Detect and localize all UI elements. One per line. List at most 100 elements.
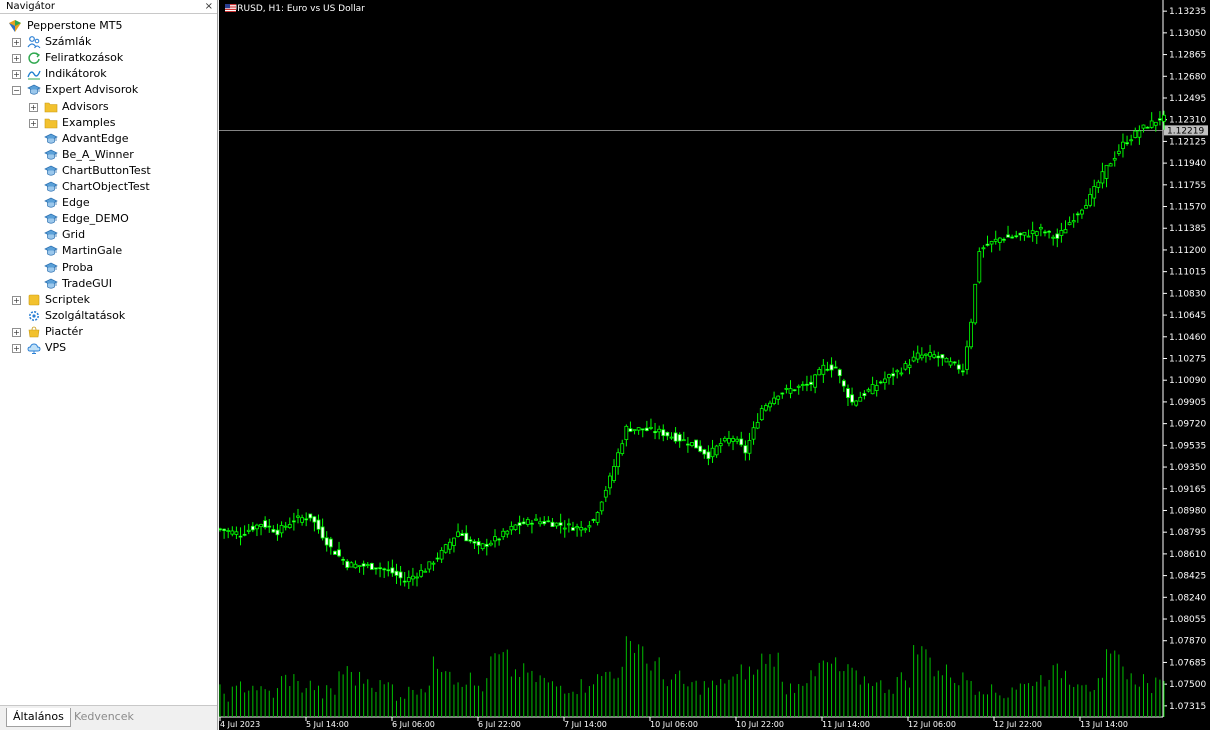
candle-body (747, 440, 752, 454)
candle-body (821, 364, 826, 375)
candle-body (1051, 236, 1056, 239)
candle-body (731, 438, 735, 442)
navigator-item-label: Szolgáltatások (45, 308, 126, 322)
expand-icon[interactable]: + (12, 54, 21, 64)
candle-body (509, 525, 514, 531)
navigator-item-edge[interactable]: Edge (0, 195, 216, 211)
candle-body (640, 428, 645, 431)
price-chart[interactable]: 1.13235 1.13050 1.12865 1.12680 1.12495 1.123… (219, 0, 1210, 730)
candle-body (677, 434, 682, 442)
candle-body (907, 364, 912, 368)
navigator-item-proba[interactable]: Proba (0, 260, 216, 276)
expand-icon[interactable]: + (12, 38, 21, 48)
candle-body (993, 238, 998, 242)
candle-body (1162, 114, 1166, 122)
candle-body (800, 384, 805, 386)
candle-body (858, 396, 863, 402)
candle-body (714, 445, 719, 456)
navigator-item-advantedge[interactable]: AdvantEdge (0, 131, 216, 147)
navigator-item-scriptek[interactable]: + Scriptek (0, 292, 216, 308)
time-tick-label: 7 Jul 14:00 (564, 720, 607, 729)
candle-body (304, 518, 309, 521)
candle-body (813, 374, 818, 388)
candle-body (1043, 231, 1047, 234)
navigator-item-vps[interactable]: + VPS (0, 340, 216, 356)
candle-body (1071, 220, 1076, 223)
navigator-item-martingale[interactable]: MartinGale (0, 243, 216, 259)
candle-body (1022, 231, 1027, 236)
price-tick-label: 1.10090 (1169, 376, 1206, 386)
navigator-item-szolgáltatások[interactable]: Szolgáltatások (0, 308, 216, 324)
navigator-item-be-a-winner[interactable]: Be_A_Winner (0, 147, 216, 163)
navigator-item-tradegui[interactable]: TradeGUI (0, 276, 216, 292)
candle-body (829, 364, 834, 371)
navigator-item-edge-demo[interactable]: Edge_DEMO (0, 211, 216, 227)
candle-body (320, 526, 325, 539)
candle-body (636, 427, 641, 431)
candle-body (977, 251, 982, 283)
navigator-item-számlák[interactable]: + Számlák (0, 34, 216, 50)
navigator-item-chartbuttontest[interactable]: ChartButtonTest (0, 163, 216, 179)
price-tick-label: 1.08610 (1169, 550, 1206, 560)
expand-icon[interactable]: + (29, 102, 38, 112)
candle-body (488, 542, 493, 546)
candle-body (386, 569, 391, 572)
candle-body (940, 354, 945, 359)
candle-body (739, 438, 744, 446)
navigator-item-piactér[interactable]: + Piactér (0, 324, 216, 340)
navigator-item-indikátorok[interactable]: + Indikátorok (0, 66, 216, 82)
navigator-item-label: VPS (45, 341, 67, 354)
candle-body (439, 549, 444, 560)
chart-window[interactable]: 1.13235 1.13050 1.12865 1.12680 1.12495 1.123… (219, 0, 1210, 730)
navigator-item-advisors[interactable]: + Advisors (0, 99, 216, 115)
candle-body (932, 354, 937, 358)
candle-body (866, 389, 871, 392)
candle-body (887, 374, 891, 379)
candle-body (328, 538, 333, 548)
price-tick-label: 1.09720 (1169, 420, 1206, 430)
candle-body (669, 436, 674, 439)
navigator-item-label: Proba (62, 260, 94, 274)
navigator-item-expert-advisorok[interactable]: − Expert Advisorok (0, 82, 216, 98)
candle-body (1030, 230, 1035, 234)
expand-icon[interactable]: + (29, 118, 38, 128)
price-tick-label: 1.11200 (1169, 246, 1206, 256)
navigator-item-examples[interactable]: + Examples (0, 115, 216, 131)
navigator-item-grid[interactable]: Grid (0, 227, 216, 243)
indicators-icon (27, 67, 41, 81)
navigator-item-pepperstone-mt5[interactable]: Pepperstone MT5 (0, 18, 216, 34)
close-icon[interactable]: × (205, 0, 213, 13)
collapse-icon[interactable]: − (12, 86, 21, 96)
tab-favorites[interactable]: Kedvencek (68, 708, 140, 726)
candle-body (841, 380, 846, 387)
candle-body (349, 562, 354, 568)
tab-general[interactable]: Általános (6, 708, 71, 727)
expand-icon[interactable]: + (12, 70, 21, 80)
candle-body (1129, 139, 1134, 142)
navigator-item-feliratkozások[interactable]: + Feliratkozások (0, 50, 216, 66)
time-tick-label: 6 Jul 22:00 (478, 720, 521, 729)
expand-icon[interactable]: + (12, 344, 21, 353)
expand-icon[interactable]: + (12, 327, 21, 337)
navigator-tabs: Általános Kedvencek (0, 705, 217, 730)
current-price-label: 1.12219 (1167, 126, 1204, 136)
symbol-title-text: EURUSD, H1: Euro vs US Dollar (225, 4, 365, 14)
navigator-item-label: Feliratkozások (45, 51, 124, 65)
candle-body (1096, 181, 1101, 188)
price-tick-label: 1.11755 (1169, 181, 1206, 191)
candle-body (698, 445, 703, 452)
candle-body (1157, 118, 1162, 121)
candle-body (743, 445, 748, 454)
candle-body (246, 529, 251, 532)
candle-body (1080, 209, 1084, 215)
navigator-item-chartobjecttest[interactable]: ChartObjectTest (0, 179, 216, 195)
candle-body (1075, 213, 1080, 216)
candle-body (944, 357, 949, 363)
expand-icon[interactable]: + (12, 295, 21, 305)
navigator-item-label: Edge (62, 196, 90, 210)
navigator-item-label: Piactér (45, 324, 83, 338)
candle-body (493, 536, 497, 542)
candle-body (542, 521, 547, 525)
candle-body (456, 531, 460, 537)
candle-body (751, 427, 756, 440)
